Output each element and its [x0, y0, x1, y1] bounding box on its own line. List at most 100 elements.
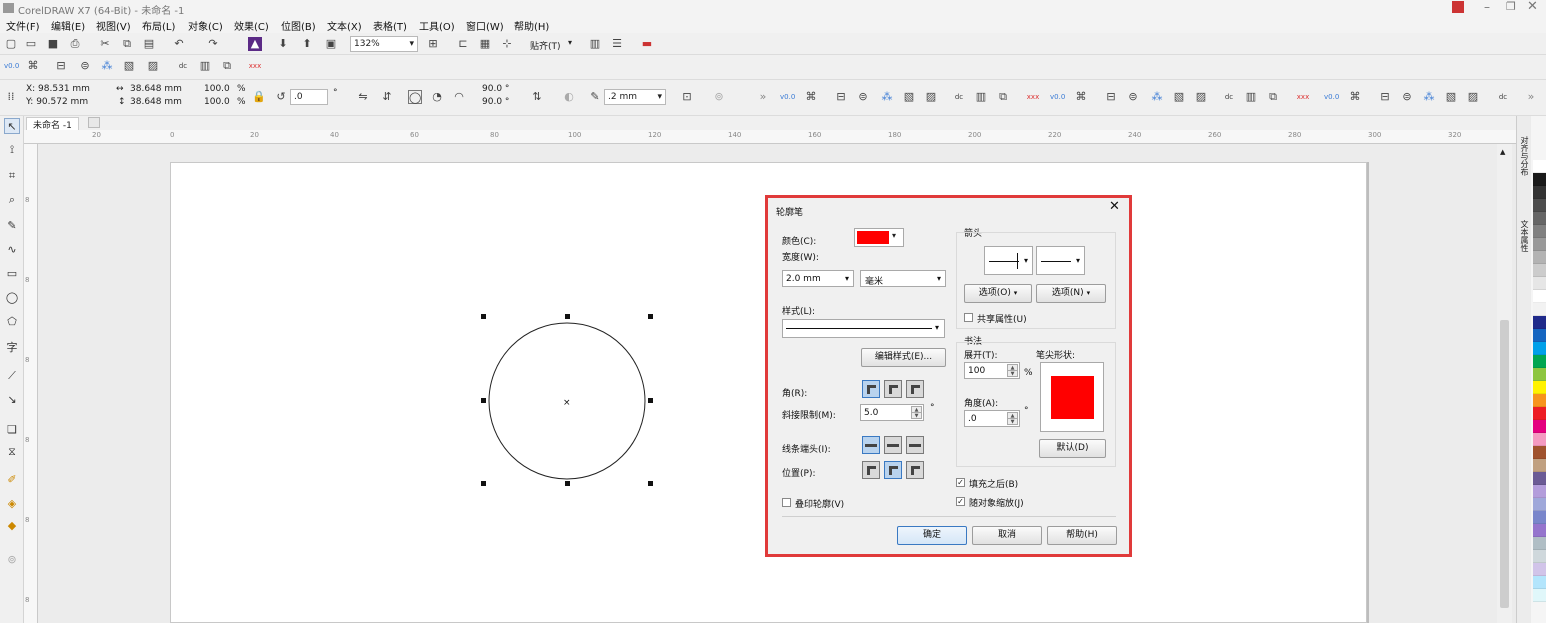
outline-width-select[interactable]: .2 mm ▾ — [604, 89, 666, 105]
edit-style-button[interactable]: 编辑样式(E)... — [861, 348, 946, 367]
palette-swatch[interactable] — [1533, 303, 1546, 316]
align-left-icon[interactable]: ⊟ — [1378, 90, 1392, 104]
align-center-icon[interactable]: ⊜ — [856, 90, 870, 104]
open-icon[interactable]: ▭ — [24, 37, 38, 51]
end-arrow-options-button[interactable]: 选项(N) ▾ — [1036, 284, 1106, 303]
options-icon[interactable]: ▥ — [588, 37, 602, 51]
selection-handle[interactable] — [481, 314, 486, 319]
quick-customize-icon[interactable]: ⊚ — [4, 552, 20, 568]
show-rulers-icon[interactable]: ⊏ — [456, 37, 470, 51]
palette-swatch[interactable] — [1533, 498, 1546, 511]
start-arrow-select[interactable]: ▾ — [984, 246, 1033, 275]
drop-shadow-icon[interactable]: ❏ — [4, 422, 20, 438]
export-icon[interactable]: ⬆ — [300, 37, 314, 51]
position-center-button[interactable] — [884, 461, 902, 479]
print-icon[interactable]: ⎙ — [68, 37, 82, 51]
angle-field[interactable]: .0 ▲ ▼ — [964, 410, 1020, 427]
palette-swatch[interactable] — [1533, 186, 1546, 199]
barcode-icon[interactable]: ▥ — [974, 90, 988, 104]
nib-shape-preview[interactable] — [1040, 362, 1104, 432]
artistic-media-icon[interactable]: ∿ — [4, 242, 20, 258]
text-align-icon[interactable]: dc — [1496, 90, 1510, 104]
palette-swatch[interactable] — [1533, 160, 1546, 173]
swap-direction-icon[interactable]: ⇅ — [530, 90, 544, 104]
palette-swatch[interactable] — [1533, 329, 1546, 342]
welcome-screen-icon[interactable]: ▬ — [640, 37, 654, 51]
scale-width[interactable]: 100.0 — [204, 84, 230, 94]
fill-behind-checkbox[interactable]: ✓ — [956, 478, 965, 487]
menu-edit[interactable]: 编辑(E) — [51, 18, 85, 33]
align-rgb-icon[interactable]: ⁂ — [1422, 90, 1436, 104]
text-align-icon[interactable]: dc — [1222, 90, 1236, 104]
object-height[interactable]: 38.648 mm — [130, 97, 182, 107]
vertical-ruler[interactable]: 8 8 8 8 8 8 — [24, 144, 38, 623]
show-guides-icon[interactable]: ⊹ — [500, 37, 514, 51]
align-left-icon[interactable]: ⊟ — [54, 59, 68, 73]
menu-file[interactable]: 文件(F) — [6, 18, 40, 33]
palette-swatch[interactable] — [1533, 290, 1546, 303]
width-select[interactable]: 2.0 mm ▾ — [782, 270, 854, 287]
zoom-tool-icon[interactable]: ⌕ — [4, 192, 20, 208]
palette-swatch[interactable] — [1533, 381, 1546, 394]
menu-window[interactable]: 窗口(W) — [466, 18, 504, 33]
palette-swatch[interactable] — [1533, 446, 1546, 459]
copy-format-icon[interactable]: ⧉ — [1266, 90, 1280, 104]
selection-handle[interactable] — [648, 314, 653, 319]
distribute-v-icon[interactable]: ▨ — [1466, 90, 1480, 104]
align-left-icon[interactable]: ⊟ — [1104, 90, 1118, 104]
rectangle-tool-icon[interactable]: ▭ — [4, 266, 20, 282]
end-arrow-select[interactable]: ▾ — [1036, 246, 1085, 275]
scale-with-object-checkbox[interactable]: ✓ — [956, 497, 965, 506]
palette-swatch[interactable] — [1533, 511, 1546, 524]
palette-swatch[interactable] — [1533, 238, 1546, 251]
menu-layout[interactable]: 布局(L) — [142, 18, 175, 33]
y-position[interactable]: Y: 90.572 mm — [26, 97, 88, 107]
import-icon[interactable]: ⬇ — [276, 37, 290, 51]
save-icon[interactable]: ■ — [46, 37, 60, 51]
transparency-icon[interactable]: ⧖ — [4, 444, 20, 460]
object-origin-icon[interactable]: ⁞⁞ — [4, 90, 18, 104]
overflow-icon[interactable]: » — [1524, 90, 1538, 104]
align-left-icon[interactable]: ⊟ — [834, 90, 848, 104]
object-width[interactable]: 38.648 mm — [130, 84, 182, 94]
publish-pdf-icon[interactable]: ▣ — [324, 37, 338, 51]
end-angle[interactable]: 90.0 ° — [482, 97, 509, 107]
miter-limit-field[interactable]: 5.0 ▲ ▼ — [860, 404, 924, 421]
stretch-field[interactable]: 100 ▲ ▼ — [964, 362, 1020, 379]
version-icon[interactable]: v0.0 — [1050, 90, 1065, 104]
crop-tool-icon[interactable]: ⌗ — [4, 168, 20, 184]
palette-swatch[interactable] — [1533, 225, 1546, 238]
selection-handle[interactable] — [648, 481, 653, 486]
parallel-dimension-icon[interactable]: ⟋ — [4, 368, 20, 384]
snap-to-menu[interactable]: 贴齐(T) — [530, 39, 561, 52]
palette-swatch[interactable] — [1533, 563, 1546, 576]
share-attributes-checkbox[interactable] — [964, 313, 973, 322]
distribute-icon[interactable]: ▧ — [122, 59, 136, 73]
cap-square-button[interactable] — [906, 436, 924, 454]
distribute-v-icon[interactable]: ▨ — [146, 59, 160, 73]
palette-swatch[interactable] — [1533, 576, 1546, 589]
text-tool-icon[interactable]: 字 — [4, 340, 20, 356]
palette-swatch[interactable] — [1533, 277, 1546, 290]
line-style-select[interactable]: ▾ — [782, 319, 945, 338]
menu-bitmap[interactable]: 位图(B) — [281, 18, 316, 33]
distribute-icon[interactable]: ▧ — [1444, 90, 1458, 104]
new-tab-icon[interactable] — [88, 117, 100, 128]
distribute-icon[interactable]: ▧ — [902, 90, 916, 104]
freehand-tool-icon[interactable]: ✎ — [4, 218, 20, 234]
align-rgb-icon[interactable]: ⁂ — [880, 90, 894, 104]
zoom-select[interactable]: 132% ▾ — [350, 36, 418, 52]
node-icon[interactable]: ⌘ — [1348, 90, 1362, 104]
color-picker[interactable]: ▾ — [854, 228, 904, 247]
version-icon[interactable]: v0.0 — [1324, 90, 1339, 104]
menu-text[interactable]: 文本(X) — [327, 18, 362, 33]
lock-ratio-icon[interactable]: 🔒 — [252, 90, 266, 104]
palette-swatch[interactable] — [1533, 524, 1546, 537]
rotate-icon[interactable]: ↺ — [274, 90, 288, 104]
spin-down-icon[interactable]: ▼ — [911, 412, 922, 419]
align-center-icon[interactable]: ⊜ — [78, 59, 92, 73]
xxx-icon[interactable]: xxx — [248, 59, 262, 73]
xxx-icon[interactable]: xxx — [1026, 90, 1040, 104]
overprint-checkbox[interactable] — [782, 498, 791, 507]
barcode-icon[interactable]: ▥ — [198, 59, 212, 73]
